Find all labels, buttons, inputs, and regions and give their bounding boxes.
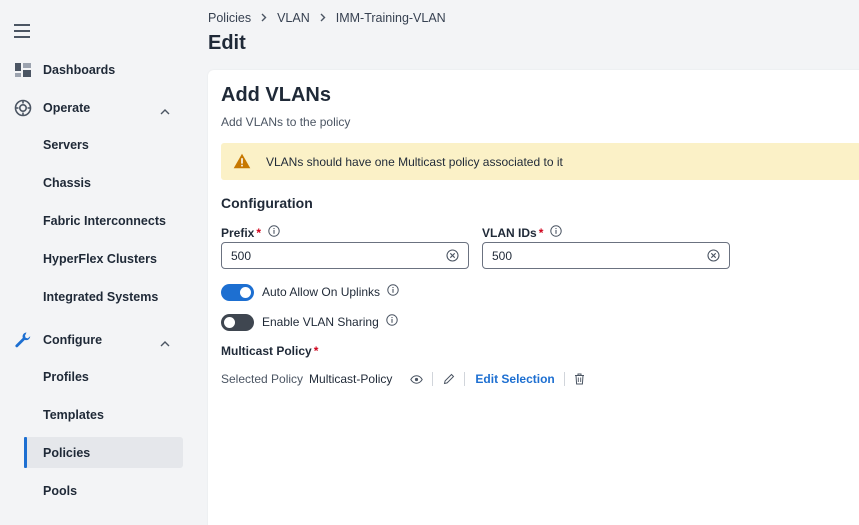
chevron-right-icon: [261, 11, 267, 25]
breadcrumb-current[interactable]: IMM-Training-VLAN: [336, 11, 446, 25]
sidebar-item-policies[interactable]: Policies: [43, 445, 90, 461]
prefix-input[interactable]: 500: [221, 242, 469, 269]
sidebar-item-integrated-systems[interactable]: Integrated Systems: [43, 289, 158, 305]
required-marker: *: [256, 225, 262, 240]
divider: [563, 372, 565, 386]
dashboard-icon: [14, 61, 32, 79]
divider: [464, 372, 466, 386]
trash-icon[interactable]: [574, 373, 585, 385]
operate-icon: [14, 99, 32, 117]
alert-text: VLANs should have one Multicast policy a…: [266, 154, 563, 169]
sidebar-item-label: Operate: [43, 101, 91, 115]
multicast-label-text: Multicast Policy: [221, 344, 312, 358]
chevron-up-icon[interactable]: [160, 102, 170, 120]
chevron-up-icon[interactable]: [160, 334, 170, 352]
sidebar-item-configure[interactable]: Configure: [14, 328, 184, 352]
menu-icon[interactable]: [14, 24, 32, 38]
selected-policy-row: Selected Policy Multicast-Policy Edit Se…: [221, 370, 585, 388]
sidebar-item-label: Configure: [43, 333, 103, 347]
sidebar-item-fabric-interconnects[interactable]: Fabric Interconnects: [43, 213, 166, 229]
active-item-indicator: [24, 437, 27, 468]
sidebar-item-dashboards[interactable]: Dashboards: [14, 58, 184, 82]
clear-icon[interactable]: [707, 249, 720, 265]
warning-icon: [233, 153, 251, 171]
sidebar-item-hyperflex-clusters[interactable]: HyperFlex Clusters: [43, 251, 157, 267]
chevron-right-icon: [320, 11, 326, 25]
sidebar-item-profiles[interactable]: Profiles: [43, 369, 89, 385]
panel-title: Add VLANs: [221, 84, 331, 106]
eye-icon[interactable]: [410, 374, 424, 384]
info-icon[interactable]: [387, 283, 399, 301]
info-icon[interactable]: [550, 225, 563, 240]
auto-allow-label: Auto Allow On Uplinks: [262, 285, 381, 299]
required-marker: *: [313, 344, 319, 358]
breadcrumb-policies[interactable]: Policies: [208, 11, 251, 25]
vlan-ids-input[interactable]: 500: [482, 242, 730, 269]
vlan-ids-label: VLAN IDs *: [482, 225, 563, 240]
sidebar-item-operate[interactable]: Operate: [14, 96, 184, 120]
prefix-label-text: Prefix: [221, 225, 255, 240]
selected-policy-label: Selected Policy: [221, 372, 304, 386]
prefix-label: Prefix *: [221, 225, 280, 240]
auto-allow-toggle[interactable]: [221, 283, 254, 301]
sidebar: Dashboards Operate Servers Chassis Fabri…: [0, 0, 197, 525]
sidebar-item-servers[interactable]: Servers: [43, 137, 89, 153]
vlan-ids-value: 500: [492, 248, 513, 263]
vlan-sharing-row: Enable VLAN Sharing: [221, 313, 398, 331]
breadcrumb-vlan[interactable]: VLAN: [277, 11, 310, 25]
divider: [432, 372, 434, 386]
page-title: Edit: [208, 32, 246, 54]
sidebar-item-chassis[interactable]: Chassis: [43, 175, 91, 191]
required-marker: *: [538, 225, 544, 240]
sidebar-item-pools[interactable]: Pools: [43, 483, 77, 499]
clear-icon[interactable]: [446, 249, 459, 265]
wrench-icon: [14, 331, 32, 349]
section-title: Configuration: [221, 195, 313, 211]
edit-selection-link[interactable]: Edit Selection: [475, 372, 554, 386]
multicast-policy-label: Multicast Policy *: [221, 344, 318, 358]
vlan-sharing-toggle[interactable]: [221, 313, 254, 331]
prefix-value: 500: [231, 248, 252, 263]
warning-alert: VLANs should have one Multicast policy a…: [221, 143, 859, 180]
sidebar-item-templates[interactable]: Templates: [43, 407, 104, 423]
info-icon[interactable]: [268, 225, 280, 240]
selected-policy-value: Multicast-Policy: [309, 372, 393, 386]
info-icon[interactable]: [386, 313, 398, 331]
vlan-sharing-label: Enable VLAN Sharing: [262, 315, 379, 329]
auto-allow-row: Auto Allow On Uplinks: [221, 283, 399, 301]
sidebar-item-label: Dashboards: [43, 63, 116, 77]
breadcrumb: Policies VLAN IMM-Training-VLAN: [208, 11, 446, 25]
panel-subtitle: Add VLANs to the policy: [221, 115, 351, 129]
pencil-icon[interactable]: [443, 373, 455, 385]
vlan-ids-label-text: VLAN IDs: [482, 225, 537, 240]
